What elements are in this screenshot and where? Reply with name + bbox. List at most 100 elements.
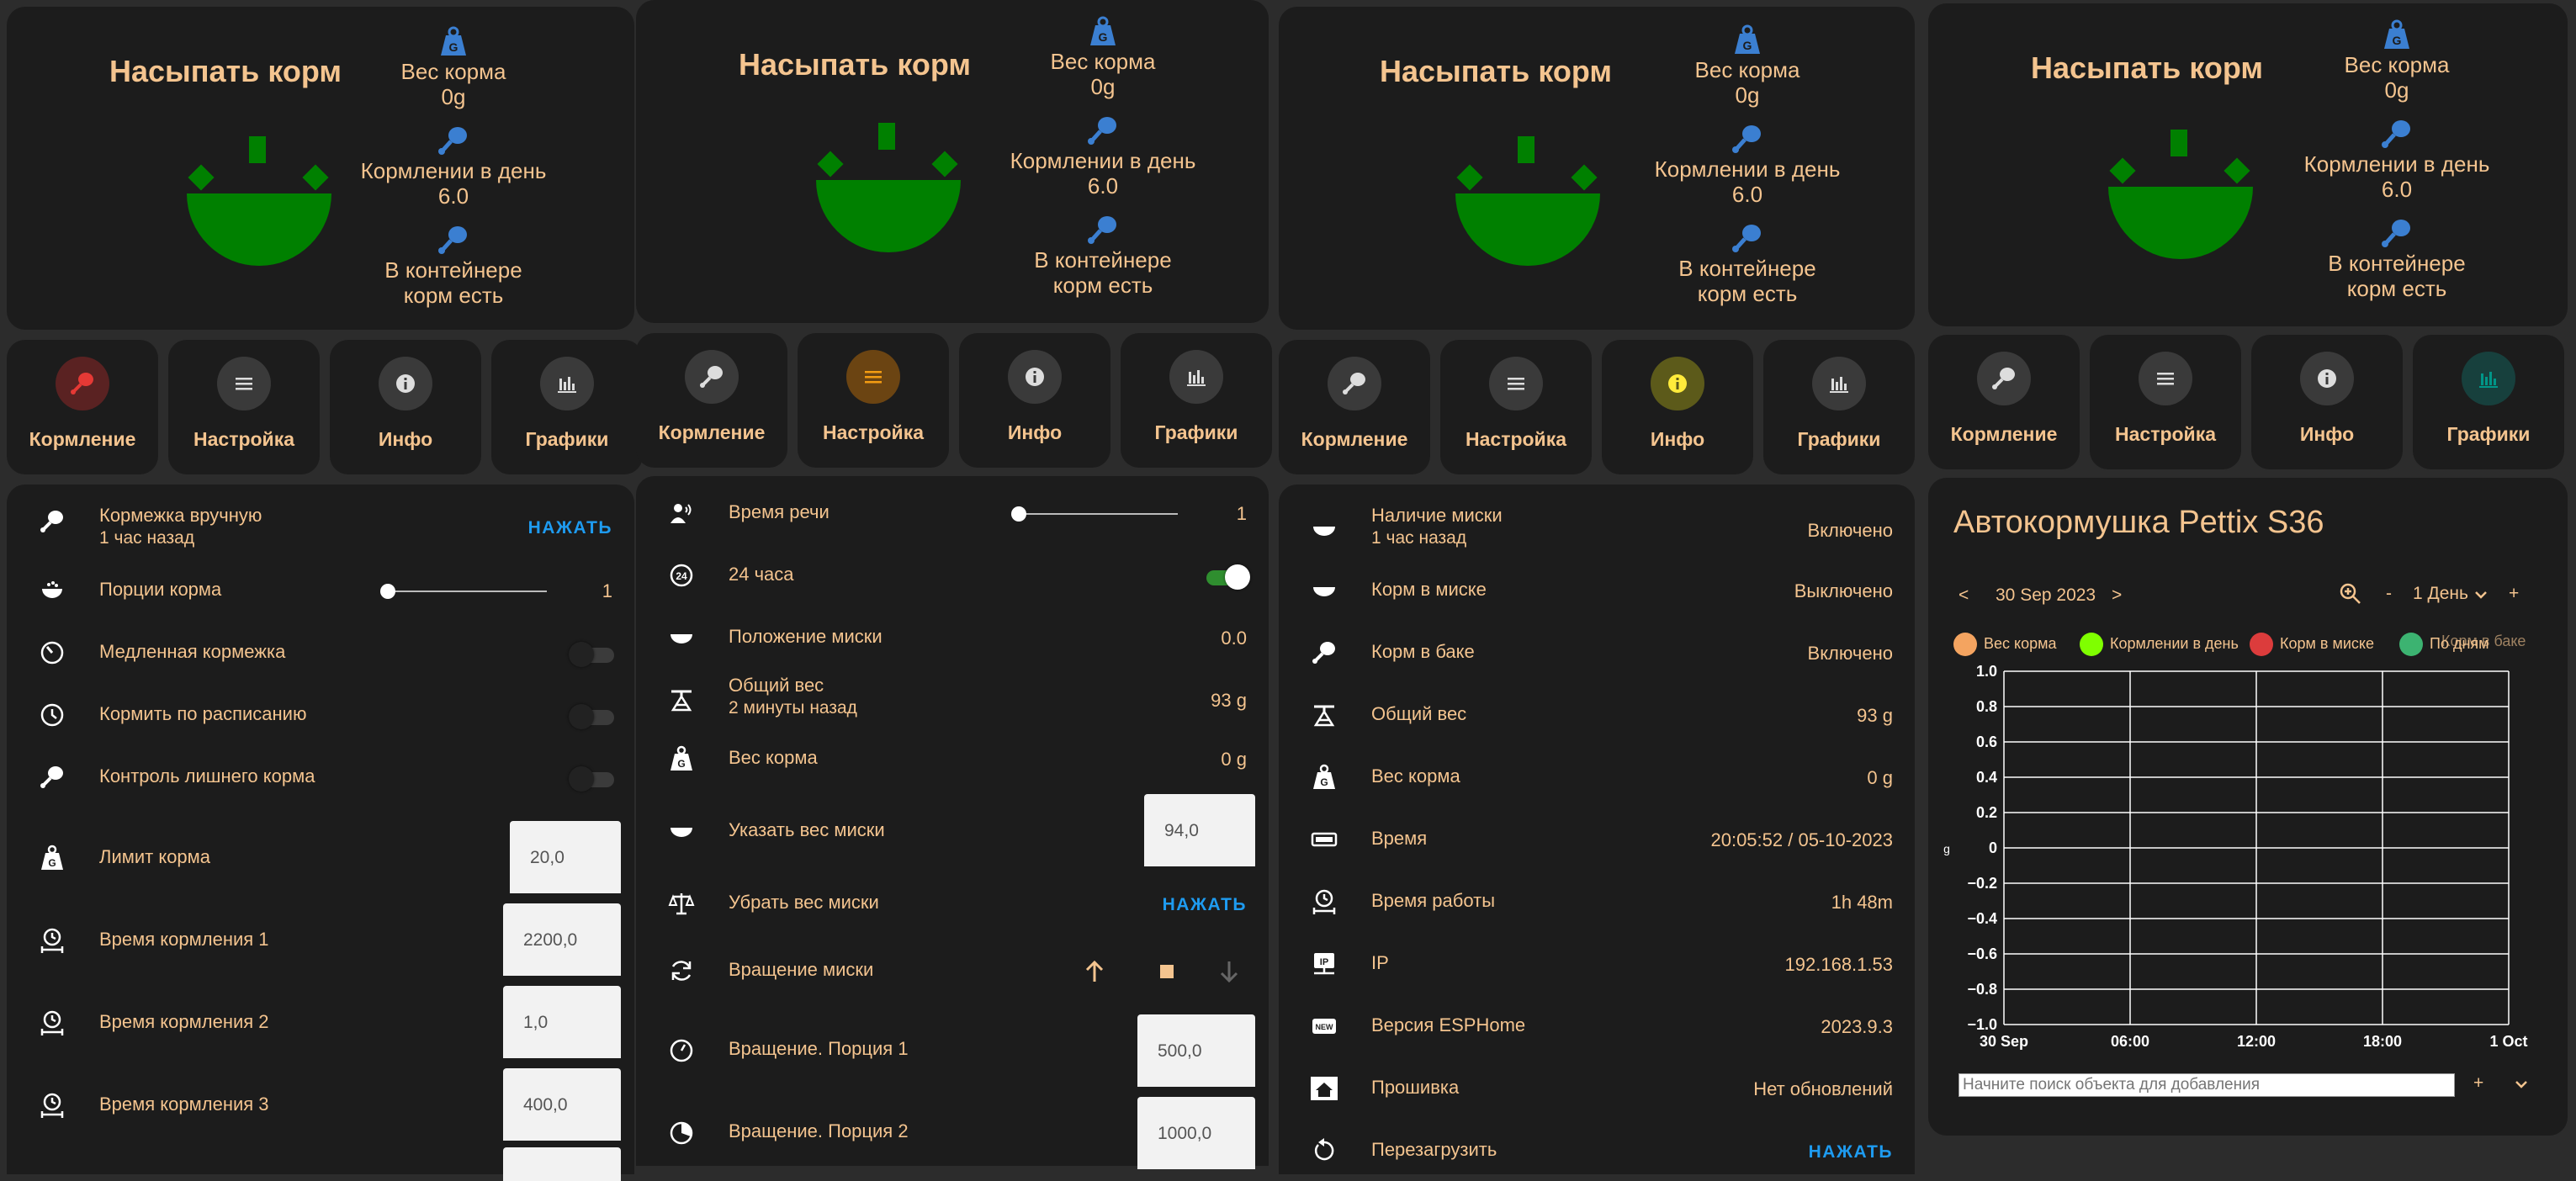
- tab-graphs[interactable]: Графики: [491, 340, 643, 474]
- row-label: Положение миски: [729, 626, 883, 647]
- tab-icon-bg: [685, 350, 739, 404]
- tab-settings[interactable]: Настройка: [798, 333, 949, 468]
- row-label: Вращение. Порция 1: [729, 1038, 909, 1059]
- bowl-icon[interactable]: [2096, 118, 2265, 269]
- arrow-up-icon[interactable]: [1082, 959, 1107, 984]
- balance-icon: [668, 893, 695, 915]
- input-value: 2200,0: [523, 930, 578, 950]
- stat-value: 0g: [441, 84, 466, 109]
- schedule-toggle[interactable]: [569, 704, 616, 729]
- tab-icon-bg: [1651, 357, 1704, 410]
- tab-feeding[interactable]: Кормление: [7, 340, 158, 474]
- tab-settings[interactable]: Настройка: [168, 340, 320, 474]
- chevron-down-icon[interactable]: [2514, 1077, 2529, 1092]
- clock-icon: [40, 703, 64, 727]
- range-increase-button[interactable]: +: [2509, 584, 2519, 604]
- tab-info[interactable]: Инфо: [2251, 335, 2403, 469]
- excess-toggle[interactable]: [569, 766, 616, 792]
- bowl-icon[interactable]: [1444, 124, 1612, 276]
- tab-graphs[interactable]: Графики: [1121, 333, 1272, 468]
- tab-label: Настройка: [823, 421, 924, 443]
- input-value: 1,0: [523, 1013, 549, 1032]
- tab-settings[interactable]: Настройка: [1440, 340, 1592, 474]
- legend-item[interactable]: Корм в миске: [2250, 633, 2374, 656]
- tab-graphs[interactable]: Графики: [1763, 340, 1915, 474]
- x-tick-label: 30 Sep: [1980, 1033, 2028, 1050]
- feed-now-title[interactable]: Насыпать корм: [109, 54, 342, 89]
- legend-label: Вес корма: [1984, 634, 2057, 652]
- time2-input[interactable]: 1,0: [503, 986, 621, 1058]
- y-tick-label: −1.0: [1967, 1016, 1997, 1033]
- chevron-down-icon[interactable]: [2473, 587, 2489, 602]
- range-select[interactable]: 1 День: [2413, 584, 2468, 604]
- tab-info[interactable]: Инфо: [959, 333, 1110, 468]
- 24h-toggle[interactable]: [1203, 564, 1250, 590]
- stop-icon[interactable]: [1154, 959, 1179, 984]
- row-value: Нет обновлений: [1753, 1078, 1893, 1099]
- feed-now-title[interactable]: Насыпать корм: [2031, 50, 2263, 86]
- row-feed-weight: G Вес корма 0 g: [1279, 752, 1915, 802]
- time1-input[interactable]: 2200,0: [503, 903, 621, 976]
- clock-arrow-icon: [40, 1093, 64, 1118]
- portions-slider[interactable]: [380, 579, 547, 604]
- row-feed-in-tank: Корм в баке Включено: [1279, 628, 1915, 678]
- history-chart[interactable]: 1.0 0.8 0.6 0.4 0.2 0 −0.2 −0.4 −0.6 −0.8 −1.030 S…: [1937, 661, 2559, 1057]
- legend-item[interactable]: Корм в баке: [2441, 633, 2526, 650]
- time4-input[interactable]: [503, 1147, 621, 1181]
- tab-graphs[interactable]: Графики: [2413, 335, 2564, 469]
- bowl-icon: [671, 828, 692, 837]
- menu-icon: [1508, 378, 1524, 390]
- stat-label: Кормлении в день: [2303, 151, 2490, 177]
- speech-slider[interactable]: [1011, 501, 1178, 527]
- tab-settings[interactable]: Настройка: [2090, 335, 2241, 469]
- bowl-icon[interactable]: [175, 124, 343, 276]
- time3-input[interactable]: 400,0: [503, 1068, 621, 1141]
- y-tick-label: 0.6: [1976, 733, 1997, 750]
- press-button[interactable]: НАЖАТЬ: [1809, 1142, 1893, 1162]
- press-button[interactable]: НАЖАТЬ: [1163, 895, 1247, 915]
- stat-label: Кормлении в день: [1010, 148, 1196, 173]
- add-entity-button[interactable]: +: [2473, 1073, 2483, 1094]
- svg-text:G: G: [48, 857, 56, 869]
- rotation2-input[interactable]: 1000,0: [1137, 1097, 1255, 1169]
- row-label: Время кормления 1: [99, 929, 269, 950]
- row-rotation-portion1: Вращение. Порция 1 500,0: [636, 1006, 1269, 1090]
- legend-item[interactable]: Кормлении в день: [2080, 633, 2239, 656]
- bowl-weight-input[interactable]: 94,0: [1144, 794, 1255, 866]
- bowl-icon[interactable]: [804, 111, 973, 262]
- input-value: 94,0: [1164, 821, 1199, 840]
- tab-info[interactable]: Инфо: [330, 340, 481, 474]
- speaker-icon: [671, 504, 692, 523]
- input-value: 400,0: [523, 1095, 568, 1115]
- tab-feeding[interactable]: Кормление: [636, 333, 787, 468]
- date-next-button[interactable]: >: [2112, 585, 2122, 606]
- tab-info[interactable]: Инфо: [1602, 340, 1753, 474]
- date-picker[interactable]: 30 Sep 2023: [1996, 585, 2096, 606]
- feed-now-title[interactable]: Насыпать корм: [739, 47, 971, 82]
- legend-item[interactable]: Вес корма: [1953, 633, 2057, 656]
- feed-now-title[interactable]: Насыпать корм: [1380, 54, 1612, 89]
- row-value: 93 g: [1211, 690, 1247, 711]
- tab-feeding[interactable]: Кормление: [1279, 340, 1430, 474]
- date-prev-button[interactable]: <: [1959, 585, 1969, 606]
- chart-legend: Вес корма Кормлении в день Корм в миске …: [1953, 633, 2542, 661]
- row-value: Выключено: [1794, 580, 1893, 601]
- stat-label: В контейнере: [384, 257, 522, 283]
- entity-search-input[interactable]: [1959, 1073, 2455, 1097]
- hero-card: Насыпать корм G Вес корма 0g Кормлении в…: [1279, 7, 1915, 330]
- svg-text:G: G: [1320, 776, 1328, 788]
- arrow-down-icon[interactable]: [1216, 959, 1242, 984]
- limit-input[interactable]: 20,0: [510, 821, 621, 893]
- slow-feed-toggle[interactable]: [569, 642, 616, 667]
- drumstick-icon: [1312, 642, 1335, 664]
- rotation1-input[interactable]: 500,0: [1137, 1014, 1255, 1087]
- zoom-in-icon[interactable]: [2339, 582, 2362, 606]
- y-tick-label: 0: [1989, 839, 1997, 856]
- tab-feeding[interactable]: Кормление: [1928, 335, 2080, 469]
- stat-value: 6.0: [437, 183, 469, 209]
- press-button[interactable]: НАЖАТЬ: [528, 518, 612, 538]
- range-decrease-button[interactable]: -: [2386, 584, 2392, 604]
- row-label: Версия ESPHome: [1371, 1014, 1526, 1035]
- svg-text:G: G: [449, 40, 458, 54]
- row-value: 0 g: [1867, 767, 1893, 788]
